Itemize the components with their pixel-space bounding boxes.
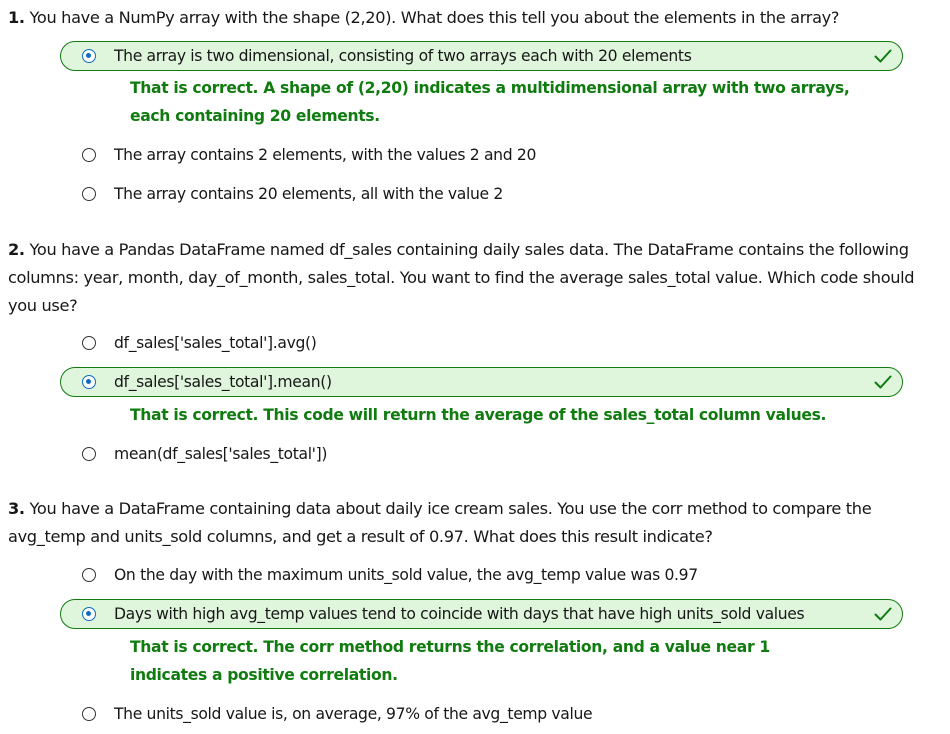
answer-option-2a[interactable]: df_sales['sales_total'].avg() [60, 328, 903, 358]
radio-unselected-icon[interactable] [82, 336, 96, 350]
correct-feedback-2: That is correct. This code will return t… [130, 406, 827, 424]
checkmark-icon [874, 375, 892, 389]
radio-unselected-icon[interactable] [82, 447, 96, 461]
question-text: You have a Pandas DataFrame named df_sal… [8, 240, 915, 315]
correct-feedback-3: That is correct. The corr method returns… [130, 638, 770, 684]
answer-option-label: The array contains 2 elements, with the … [114, 146, 537, 164]
question-number: 1. [8, 8, 25, 27]
question-3: 3. You have a DataFrame containing data … [8, 495, 943, 551]
answer-option-label: Days with high avg_temp values tend to c… [114, 605, 805, 623]
question-number: 3. [8, 499, 25, 518]
radio-selected-icon[interactable] [82, 49, 96, 63]
answer-option-2c[interactable]: mean(df_sales['sales_total']) [60, 439, 903, 469]
answer-option-label: The array contains 20 elements, all with… [114, 185, 503, 203]
quiz-results: 1. You have a NumPy array with the shape… [0, 0, 950, 734]
answer-option-3b[interactable]: Days with high avg_temp values tend to c… [60, 599, 903, 629]
question-2: 2. You have a Pandas DataFrame named df_… [8, 236, 943, 320]
question-text: You have a NumPy array with the shape (2… [29, 8, 840, 27]
answer-option-label: df_sales['sales_total'].mean() [114, 373, 332, 391]
radio-unselected-icon[interactable] [82, 187, 96, 201]
checkmark-icon [874, 49, 892, 63]
correct-feedback-1: That is correct. A shape of (2,20) indic… [130, 79, 850, 125]
answer-option-label: On the day with the maximum units_sold v… [114, 566, 698, 584]
answer-option-label: mean(df_sales['sales_total']) [114, 445, 328, 463]
answer-option-1a[interactable]: The array is two dimensional, consisting… [60, 41, 903, 71]
question-text: You have a DataFrame containing data abo… [8, 499, 872, 546]
radio-unselected-icon[interactable] [82, 148, 96, 162]
question-number: 2. [8, 240, 25, 259]
answer-option-3c[interactable]: The units_sold value is, on average, 97%… [60, 699, 903, 729]
answer-option-3a[interactable]: On the day with the maximum units_sold v… [60, 560, 903, 590]
radio-unselected-icon[interactable] [82, 568, 96, 582]
radio-selected-icon[interactable] [82, 607, 96, 621]
answer-option-label: The units_sold value is, on average, 97%… [114, 705, 593, 723]
checkmark-icon [874, 607, 892, 621]
answer-option-1b[interactable]: The array contains 2 elements, with the … [60, 140, 903, 170]
question-1: 1. You have a NumPy array with the shape… [8, 4, 943, 32]
answer-option-2b[interactable]: df_sales['sales_total'].mean() [60, 367, 903, 397]
answer-option-label: The array is two dimensional, consisting… [114, 47, 692, 65]
radio-unselected-icon[interactable] [82, 707, 96, 721]
radio-selected-icon[interactable] [82, 375, 96, 389]
answer-option-label: df_sales['sales_total'].avg() [114, 334, 317, 352]
answer-option-1c[interactable]: The array contains 20 elements, all with… [60, 179, 903, 209]
